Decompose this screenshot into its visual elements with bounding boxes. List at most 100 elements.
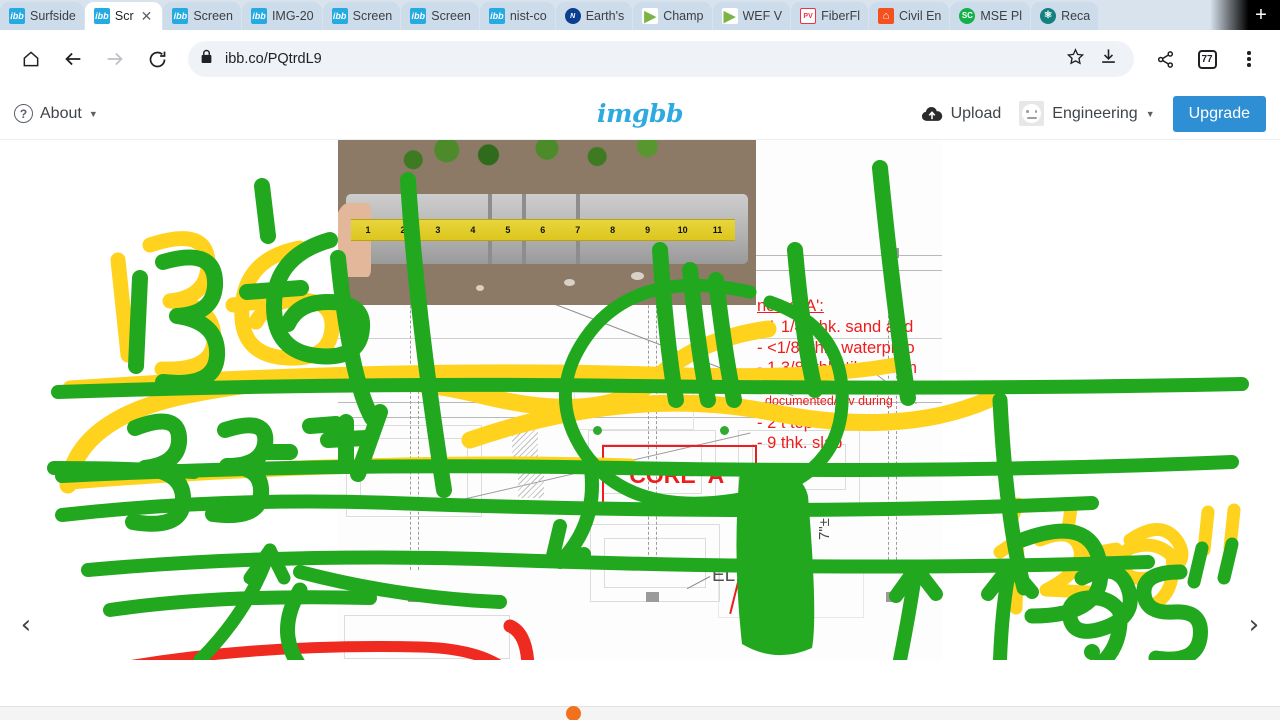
username-label: Engineering [1052, 104, 1138, 122]
ibb-icon: ibb [93, 8, 110, 24]
tape-number: 11 [712, 224, 723, 235]
star-icon[interactable] [1066, 47, 1085, 71]
tape-number: 3 [435, 224, 441, 235]
browser-toolbar: ibb.co/PQtrdL9 77 [0, 30, 1280, 88]
green-arrow-up-left [193, 543, 291, 660]
upload-label: Upload [950, 104, 1002, 122]
browser-tab[interactable]: ibb IMG-20 [241, 2, 322, 30]
tab-title: Screen [193, 9, 233, 23]
about-label: About [40, 104, 82, 122]
tab-title: Champ [663, 9, 704, 23]
annotated-engineering-drawing: 1 2 3 4 5 6 7 8 9 10 11 notes 'A': - 1 1… [0, 140, 1280, 660]
question-circle-icon: ? [14, 104, 33, 123]
chevron-down-icon: ▼ [1145, 108, 1155, 119]
browser-tab[interactable]: ibb Surfside [0, 2, 84, 30]
close-icon[interactable]: ✕ [139, 9, 155, 23]
browser-tab[interactable]: ibb Screen [401, 2, 479, 30]
notes-subline: r slope, mortar ing [765, 378, 866, 393]
tab-title: Civil En [899, 9, 942, 23]
tab-title: FiberFl [821, 9, 860, 23]
loading-indicator [566, 706, 581, 720]
tape-number: 6 [540, 224, 546, 235]
thickness-label: 7"± [816, 518, 833, 540]
prev-image-button[interactable]: ‹ [5, 612, 47, 638]
tape-number: 10 [677, 224, 688, 235]
ibb-icon: ibb [331, 8, 348, 24]
browser-tab[interactable]: SC MSE Pl [950, 2, 1031, 30]
notes-title: notes 'A': [757, 297, 824, 315]
notes-subline: documented/rev during [765, 394, 893, 409]
tab-title: IMG-20 [271, 9, 314, 23]
share-icon[interactable] [1146, 40, 1184, 78]
ibb-icon: ibb [9, 8, 25, 24]
play-icon: ▶ [642, 8, 659, 24]
cloud-upload-icon [921, 106, 943, 122]
download-icon[interactable] [1099, 47, 1118, 71]
browser-tab[interactable]: PV FiberFl [791, 2, 868, 30]
image-viewer: 1 2 3 4 5 6 7 8 9 10 11 notes 'A': - 1 1… [0, 140, 1280, 660]
forward-arrow-icon[interactable] [96, 40, 134, 78]
home-icon[interactable] [12, 40, 50, 78]
civil-icon: ⌂ [878, 8, 894, 24]
header-actions: Upload Engineering ▼ Upgrade [921, 95, 1266, 132]
browser-tab[interactable]: ibb Screen [163, 2, 241, 30]
tape-number: 1 [365, 224, 371, 235]
upgrade-button[interactable]: Upgrade [1172, 95, 1266, 132]
nasa-icon: N [564, 8, 581, 24]
tab-title: Reca [1061, 9, 1091, 23]
browser-tab[interactable]: ibb Screen [322, 2, 401, 30]
tab-count-badge[interactable]: 77 [1188, 40, 1226, 78]
tab-count-value: 77 [1197, 49, 1217, 69]
green-bracket-right [992, 392, 1109, 624]
notes-line: - 9 thk. slab [757, 434, 843, 453]
browser-window: ibb Surfside ibb Scr ✕ ibb Screen ibb IM… [0, 0, 1280, 720]
next-image-button[interactable]: › [1233, 612, 1275, 638]
green-arrow-bottom-2 [981, 559, 1039, 660]
page-bottom-bar [0, 706, 1280, 720]
imgbb-logo[interactable]: imgbb [597, 99, 683, 128]
yellow-ink-right [993, 497, 1241, 615]
back-arrow-icon[interactable] [54, 40, 92, 78]
address-bar[interactable]: ibb.co/PQtrdL9 [188, 41, 1134, 77]
ibb-icon: ibb [410, 8, 427, 24]
sc-icon: SC [959, 8, 976, 24]
about-menu[interactable]: ? About ▼ [14, 104, 98, 123]
reload-icon[interactable] [138, 40, 176, 78]
upload-button[interactable]: Upload [921, 104, 1002, 123]
kebab-menu-icon[interactable] [1230, 40, 1268, 78]
browser-tab[interactable]: ▶ Champ [633, 2, 712, 30]
notes-line: - <1/8" thk. waterproo [757, 338, 915, 357]
ibb-icon: ibb [488, 8, 505, 24]
tab-title: Scr [114, 9, 134, 23]
browser-tab-strip: ibb Surfside ibb Scr ✕ ibb Screen ibb IM… [0, 0, 1280, 30]
tape-number: 8 [610, 224, 616, 235]
tape-number: 4 [470, 224, 476, 235]
elevation-label: EL.12'-9"± [712, 565, 800, 586]
tab-title: Screen [352, 9, 393, 23]
browser-tab[interactable]: ⚛ Reca [1031, 2, 1099, 30]
tab-title: Screen [431, 9, 471, 23]
browser-tab[interactable]: ▶ WEF V [712, 2, 791, 30]
imgbb-site-header: ? About ▼ imgbb Upload Engineering ▼ Upg… [0, 88, 1280, 140]
ibb-icon: ibb [172, 8, 189, 24]
browser-tab[interactable]: ibb nist-co [479, 2, 555, 30]
browser-tab-active[interactable]: ibb Scr ✕ [84, 2, 163, 30]
tab-title: Surfside [30, 9, 76, 23]
core-a-callout: CORE 'A' [602, 445, 757, 505]
user-menu[interactable]: Engineering ▼ [1019, 101, 1155, 126]
core-sample-photo: 1 2 3 4 5 6 7 8 9 10 11 [338, 140, 756, 305]
url-text: ibb.co/PQtrdL9 [225, 51, 322, 67]
notes-block: notes 'A': - 1 1/4" thk. sand and - <1/8… [757, 296, 987, 454]
new-tab-button[interactable]: + [1248, 3, 1274, 27]
tab-title: nist-co [509, 9, 547, 23]
tab-title: WEF V [742, 9, 783, 23]
green-period-dot [1084, 644, 1100, 660]
lock-icon [200, 49, 213, 69]
browser-tab[interactable]: N Earth's [555, 2, 633, 30]
notes-line: - 2 t top ab. [757, 413, 841, 432]
browser-tab[interactable]: ⌂ Civil En [869, 2, 950, 30]
play-icon: ▶ [721, 8, 738, 24]
ibb-icon: ibb [250, 8, 267, 24]
green-handwriting-left [128, 178, 371, 391]
green-handwriting-95 [1061, 563, 1208, 660]
